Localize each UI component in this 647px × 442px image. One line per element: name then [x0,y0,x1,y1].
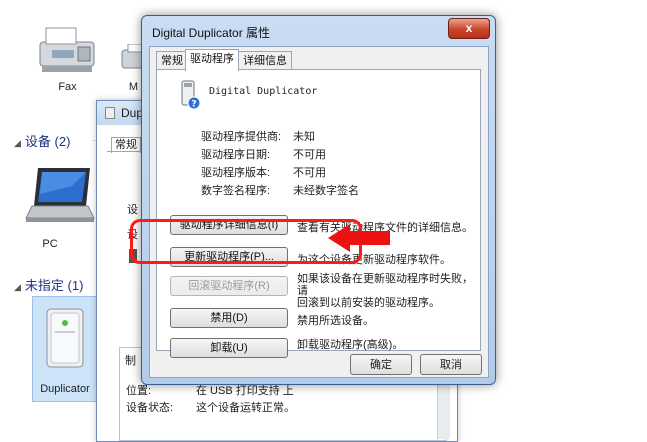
device-duplicator[interactable]: Duplicator [32,296,98,402]
collapse-triangle-icon: ◢ [14,282,21,292]
driver-version-value: 不可用 [293,167,326,179]
section-label: 设备 (2) [24,134,71,149]
section-devices[interactable]: ◢ 设备 (2) [14,131,70,150]
back-window-title: Dup [121,106,144,120]
status-value: 这个设备运转正常。 [196,402,295,414]
device-label-pc: PC [42,238,58,250]
svg-text:?: ? [191,100,196,110]
back-partial-label: 设 [127,204,138,216]
properties-dialog: Digital Duplicator 属性 x 常规 驱动程序 详细信息 ? D… [141,15,496,385]
device-name: Digital Duplicator [209,86,318,97]
rollback-driver-button[interactable]: 回滚驱动程序(R) [170,276,288,296]
driver-provider-label: 驱动程序提供商: [201,131,282,143]
section-label: 未指定 (1) [24,278,84,293]
device-pc[interactable]: PC [20,160,95,252]
device-driver-icon: ? [181,80,201,110]
section-unspecified[interactable]: ◢ 未指定 (1) [14,275,83,294]
dialog-title: Digital Duplicator 属性 [152,26,271,40]
disable-button[interactable]: 禁用(D) [170,308,288,328]
usb-drive-icon [46,308,84,368]
close-button[interactable]: x [448,18,490,39]
driver-provider-value: 未知 [293,131,315,143]
tab-driver[interactable]: 驱动程序 [185,49,239,71]
driver-tab-panel: ? Digital Duplicator 驱动程序提供商: 未知 驱动程序日期:… [156,69,481,358]
rollback-desc-line1: 如果该设备在更新驱动程序时失败，请 [297,273,473,297]
digital-signer-value: 未经数字签名 [293,185,359,197]
driver-date-label: 驱动程序日期: [201,149,271,161]
device-label-duplicator: Duplicator [40,383,90,395]
cancel-button[interactable]: 取消 [420,354,482,375]
dialog-client: 常规 驱动程序 详细信息 ? Digital Duplicator 驱动程序提供… [149,46,489,378]
back-partial-label: 制 [125,355,136,367]
laptop-icon [25,168,95,222]
rollback-desc-line2: 回滚到以前安装的驱动程序。 [297,297,440,309]
driver-version-label: 驱动程序版本: [201,167,271,179]
device-label-fax: Fax [58,81,77,93]
rollback-driver-desc: 如果该设备在更新驱动程序时失败，请 回滚到以前安装的驱动程序。 [297,273,480,309]
tab-general[interactable]: 常规 [156,51,188,70]
status-label: 设备状态: [126,402,174,414]
collapse-triangle-icon: ◢ [14,138,21,148]
uninstall-button[interactable]: 卸载(U) [170,338,288,358]
arrow-annotation-icon [328,224,390,252]
device-small-icon [105,107,115,119]
disable-desc: 禁用所选设备。 [297,315,374,327]
digital-signer-label: 数字签名程序: [201,185,271,197]
device-fax[interactable]: Fax [20,20,115,95]
uninstall-desc: 卸载驱动程序(高级)。 [297,339,404,351]
fax-icon [39,27,95,72]
device-label-m: M [128,81,139,93]
ok-button[interactable]: 确定 [350,354,412,375]
driver-date-value: 不可用 [293,149,326,161]
tab-details[interactable]: 详细信息 [238,51,292,70]
